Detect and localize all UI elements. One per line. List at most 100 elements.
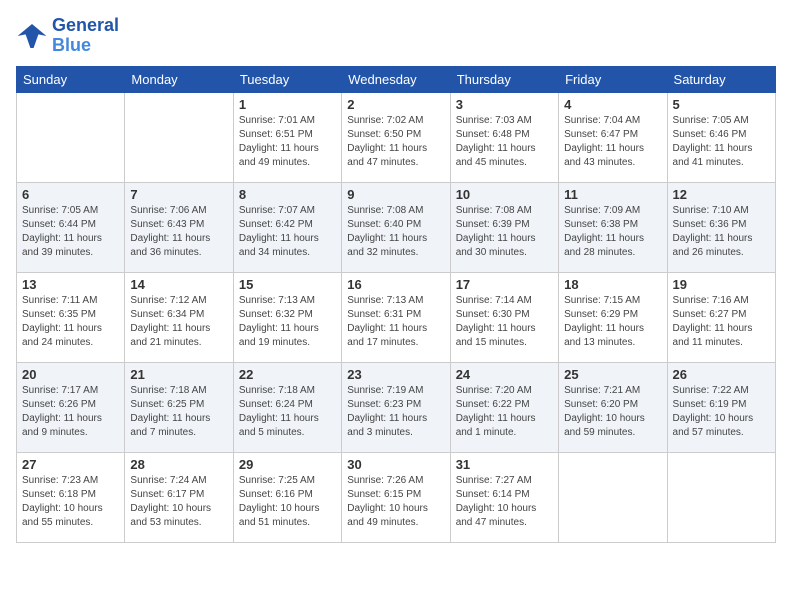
calendar-cell: 24 Sunrise: 7:20 AM Sunset: 6:22 PM Dayli… — [450, 362, 558, 452]
calendar-cell: 31 Sunrise: 7:27 AM Sunset: 6:14 PM Dayli… — [450, 452, 558, 542]
day-number: 16 — [347, 277, 444, 292]
day-info: Sunrise: 7:18 AM Sunset: 6:24 PM Dayligh… — [239, 384, 336, 440]
day-info: Sunrise: 7:23 AM Sunset: 6:18 PM Dayligh… — [22, 474, 119, 530]
day-number: 9 — [347, 187, 444, 202]
weekday-header-sunday: Sunday — [17, 66, 125, 92]
weekday-header-tuesday: Tuesday — [233, 66, 341, 92]
day-info: Sunrise: 7:07 AM Sunset: 6:42 PM Dayligh… — [239, 204, 336, 260]
day-number: 22 — [239, 367, 336, 382]
calendar-cell: 2 Sunrise: 7:02 AM Sunset: 6:50 PM Daylig… — [342, 92, 450, 182]
calendar-cell: 22 Sunrise: 7:18 AM Sunset: 6:24 PM Dayli… — [233, 362, 341, 452]
weekday-header-saturday: Saturday — [667, 66, 775, 92]
day-number: 23 — [347, 367, 444, 382]
calendar-cell: 20 Sunrise: 7:17 AM Sunset: 6:26 PM Dayli… — [17, 362, 125, 452]
day-number: 24 — [456, 367, 553, 382]
day-info: Sunrise: 7:02 AM Sunset: 6:50 PM Dayligh… — [347, 114, 444, 170]
calendar-cell: 26 Sunrise: 7:22 AM Sunset: 6:19 PM Dayli… — [667, 362, 775, 452]
day-info: Sunrise: 7:25 AM Sunset: 6:16 PM Dayligh… — [239, 474, 336, 530]
day-info: Sunrise: 7:11 AM Sunset: 6:35 PM Dayligh… — [22, 294, 119, 350]
day-number: 15 — [239, 277, 336, 292]
day-info: Sunrise: 7:18 AM Sunset: 6:25 PM Dayligh… — [130, 384, 227, 440]
calendar-cell: 29 Sunrise: 7:25 AM Sunset: 6:16 PM Dayli… — [233, 452, 341, 542]
calendar-cell: 21 Sunrise: 7:18 AM Sunset: 6:25 PM Dayli… — [125, 362, 233, 452]
calendar-cell — [559, 452, 667, 542]
day-info: Sunrise: 7:20 AM Sunset: 6:22 PM Dayligh… — [456, 384, 553, 440]
calendar-cell: 10Sunrise: 7:08 AM Sunset: 6:39 PM Dayli… — [450, 182, 558, 272]
calendar-week-row: 20 Sunrise: 7:17 AM Sunset: 6:26 PM Dayli… — [17, 362, 776, 452]
day-number: 2 — [347, 97, 444, 112]
page-header: General Blue — [16, 16, 776, 56]
calendar-cell: 6 Sunrise: 7:05 AM Sunset: 6:44 PM Daylig… — [17, 182, 125, 272]
day-number: 10 — [456, 187, 553, 202]
day-number: 12 — [673, 187, 770, 202]
calendar-week-row: 1Sunrise: 7:01 AM Sunset: 6:51 PM Daylig… — [17, 92, 776, 182]
day-info: Sunrise: 7:04 AM Sunset: 6:47 PM Dayligh… — [564, 114, 661, 170]
weekday-header-monday: Monday — [125, 66, 233, 92]
calendar-cell: 9Sunrise: 7:08 AM Sunset: 6:40 PM Daylig… — [342, 182, 450, 272]
calendar-cell: 1Sunrise: 7:01 AM Sunset: 6:51 PM Daylig… — [233, 92, 341, 182]
calendar-cell: 8Sunrise: 7:07 AM Sunset: 6:42 PM Daylig… — [233, 182, 341, 272]
day-number: 25 — [564, 367, 661, 382]
day-info: Sunrise: 7:15 AM Sunset: 6:29 PM Dayligh… — [564, 294, 661, 350]
logo-text: General Blue — [52, 16, 119, 56]
calendar-cell — [125, 92, 233, 182]
day-number: 17 — [456, 277, 553, 292]
calendar-cell: 25 Sunrise: 7:21 AM Sunset: 6:20 PM Dayli… — [559, 362, 667, 452]
day-number: 31 — [456, 457, 553, 472]
day-info: Sunrise: 7:22 AM Sunset: 6:19 PM Dayligh… — [673, 384, 770, 440]
calendar-cell: 4 Sunrise: 7:04 AM Sunset: 6:47 PM Daylig… — [559, 92, 667, 182]
day-info: Sunrise: 7:03 AM Sunset: 6:48 PM Dayligh… — [456, 114, 553, 170]
day-number: 19 — [673, 277, 770, 292]
day-info: Sunrise: 7:19 AM Sunset: 6:23 PM Dayligh… — [347, 384, 444, 440]
calendar-cell: 12 Sunrise: 7:10 AM Sunset: 6:36 PM Dayli… — [667, 182, 775, 272]
day-info: Sunrise: 7:16 AM Sunset: 6:27 PM Dayligh… — [673, 294, 770, 350]
calendar-cell: 15Sunrise: 7:13 AM Sunset: 6:32 PM Dayli… — [233, 272, 341, 362]
calendar-table: SundayMondayTuesdayWednesdayThursdayFrid… — [16, 66, 776, 543]
day-number: 7 — [130, 187, 227, 202]
day-number: 11 — [564, 187, 661, 202]
day-number: 21 — [130, 367, 227, 382]
weekday-header-row: SundayMondayTuesdayWednesdayThursdayFrid… — [17, 66, 776, 92]
calendar-cell: 16 Sunrise: 7:13 AM Sunset: 6:31 PM Dayli… — [342, 272, 450, 362]
calendar-week-row: 27Sunrise: 7:23 AM Sunset: 6:18 PM Dayli… — [17, 452, 776, 542]
day-number: 26 — [673, 367, 770, 382]
calendar-cell: 11Sunrise: 7:09 AM Sunset: 6:38 PM Dayli… — [559, 182, 667, 272]
day-info: Sunrise: 7:21 AM Sunset: 6:20 PM Dayligh… — [564, 384, 661, 440]
calendar-week-row: 6 Sunrise: 7:05 AM Sunset: 6:44 PM Daylig… — [17, 182, 776, 272]
calendar-cell: 17Sunrise: 7:14 AM Sunset: 6:30 PM Dayli… — [450, 272, 558, 362]
calendar-cell: 7 Sunrise: 7:06 AM Sunset: 6:43 PM Daylig… — [125, 182, 233, 272]
weekday-header-wednesday: Wednesday — [342, 66, 450, 92]
weekday-header-friday: Friday — [559, 66, 667, 92]
day-info: Sunrise: 7:10 AM Sunset: 6:36 PM Dayligh… — [673, 204, 770, 260]
calendar-cell: 5Sunrise: 7:05 AM Sunset: 6:46 PM Daylig… — [667, 92, 775, 182]
day-info: Sunrise: 7:24 AM Sunset: 6:17 PM Dayligh… — [130, 474, 227, 530]
calendar-cell: 19 Sunrise: 7:16 AM Sunset: 6:27 PM Dayli… — [667, 272, 775, 362]
weekday-header-thursday: Thursday — [450, 66, 558, 92]
calendar-cell: 28 Sunrise: 7:24 AM Sunset: 6:17 PM Dayli… — [125, 452, 233, 542]
calendar-cell — [667, 452, 775, 542]
day-info: Sunrise: 7:06 AM Sunset: 6:43 PM Dayligh… — [130, 204, 227, 260]
calendar-cell — [17, 92, 125, 182]
day-info: Sunrise: 7:13 AM Sunset: 6:31 PM Dayligh… — [347, 294, 444, 350]
day-number: 30 — [347, 457, 444, 472]
calendar-cell: 18 Sunrise: 7:15 AM Sunset: 6:29 PM Dayli… — [559, 272, 667, 362]
calendar-cell: 23 Sunrise: 7:19 AM Sunset: 6:23 PM Dayli… — [342, 362, 450, 452]
day-info: Sunrise: 7:27 AM Sunset: 6:14 PM Dayligh… — [456, 474, 553, 530]
day-number: 18 — [564, 277, 661, 292]
day-number: 3 — [456, 97, 553, 112]
calendar-cell: 14Sunrise: 7:12 AM Sunset: 6:34 PM Dayli… — [125, 272, 233, 362]
day-info: Sunrise: 7:05 AM Sunset: 6:44 PM Dayligh… — [22, 204, 119, 260]
day-number: 13 — [22, 277, 119, 292]
calendar-cell: 3 Sunrise: 7:03 AM Sunset: 6:48 PM Daylig… — [450, 92, 558, 182]
day-number: 6 — [22, 187, 119, 202]
day-number: 1 — [239, 97, 336, 112]
day-number: 29 — [239, 457, 336, 472]
day-info: Sunrise: 7:17 AM Sunset: 6:26 PM Dayligh… — [22, 384, 119, 440]
day-number: 28 — [130, 457, 227, 472]
day-number: 20 — [22, 367, 119, 382]
day-info: Sunrise: 7:05 AM Sunset: 6:46 PM Dayligh… — [673, 114, 770, 170]
day-number: 4 — [564, 97, 661, 112]
day-info: Sunrise: 7:12 AM Sunset: 6:34 PM Dayligh… — [130, 294, 227, 350]
logo-icon — [16, 20, 48, 52]
calendar-week-row: 13 Sunrise: 7:11 AM Sunset: 6:35 PM Dayli… — [17, 272, 776, 362]
